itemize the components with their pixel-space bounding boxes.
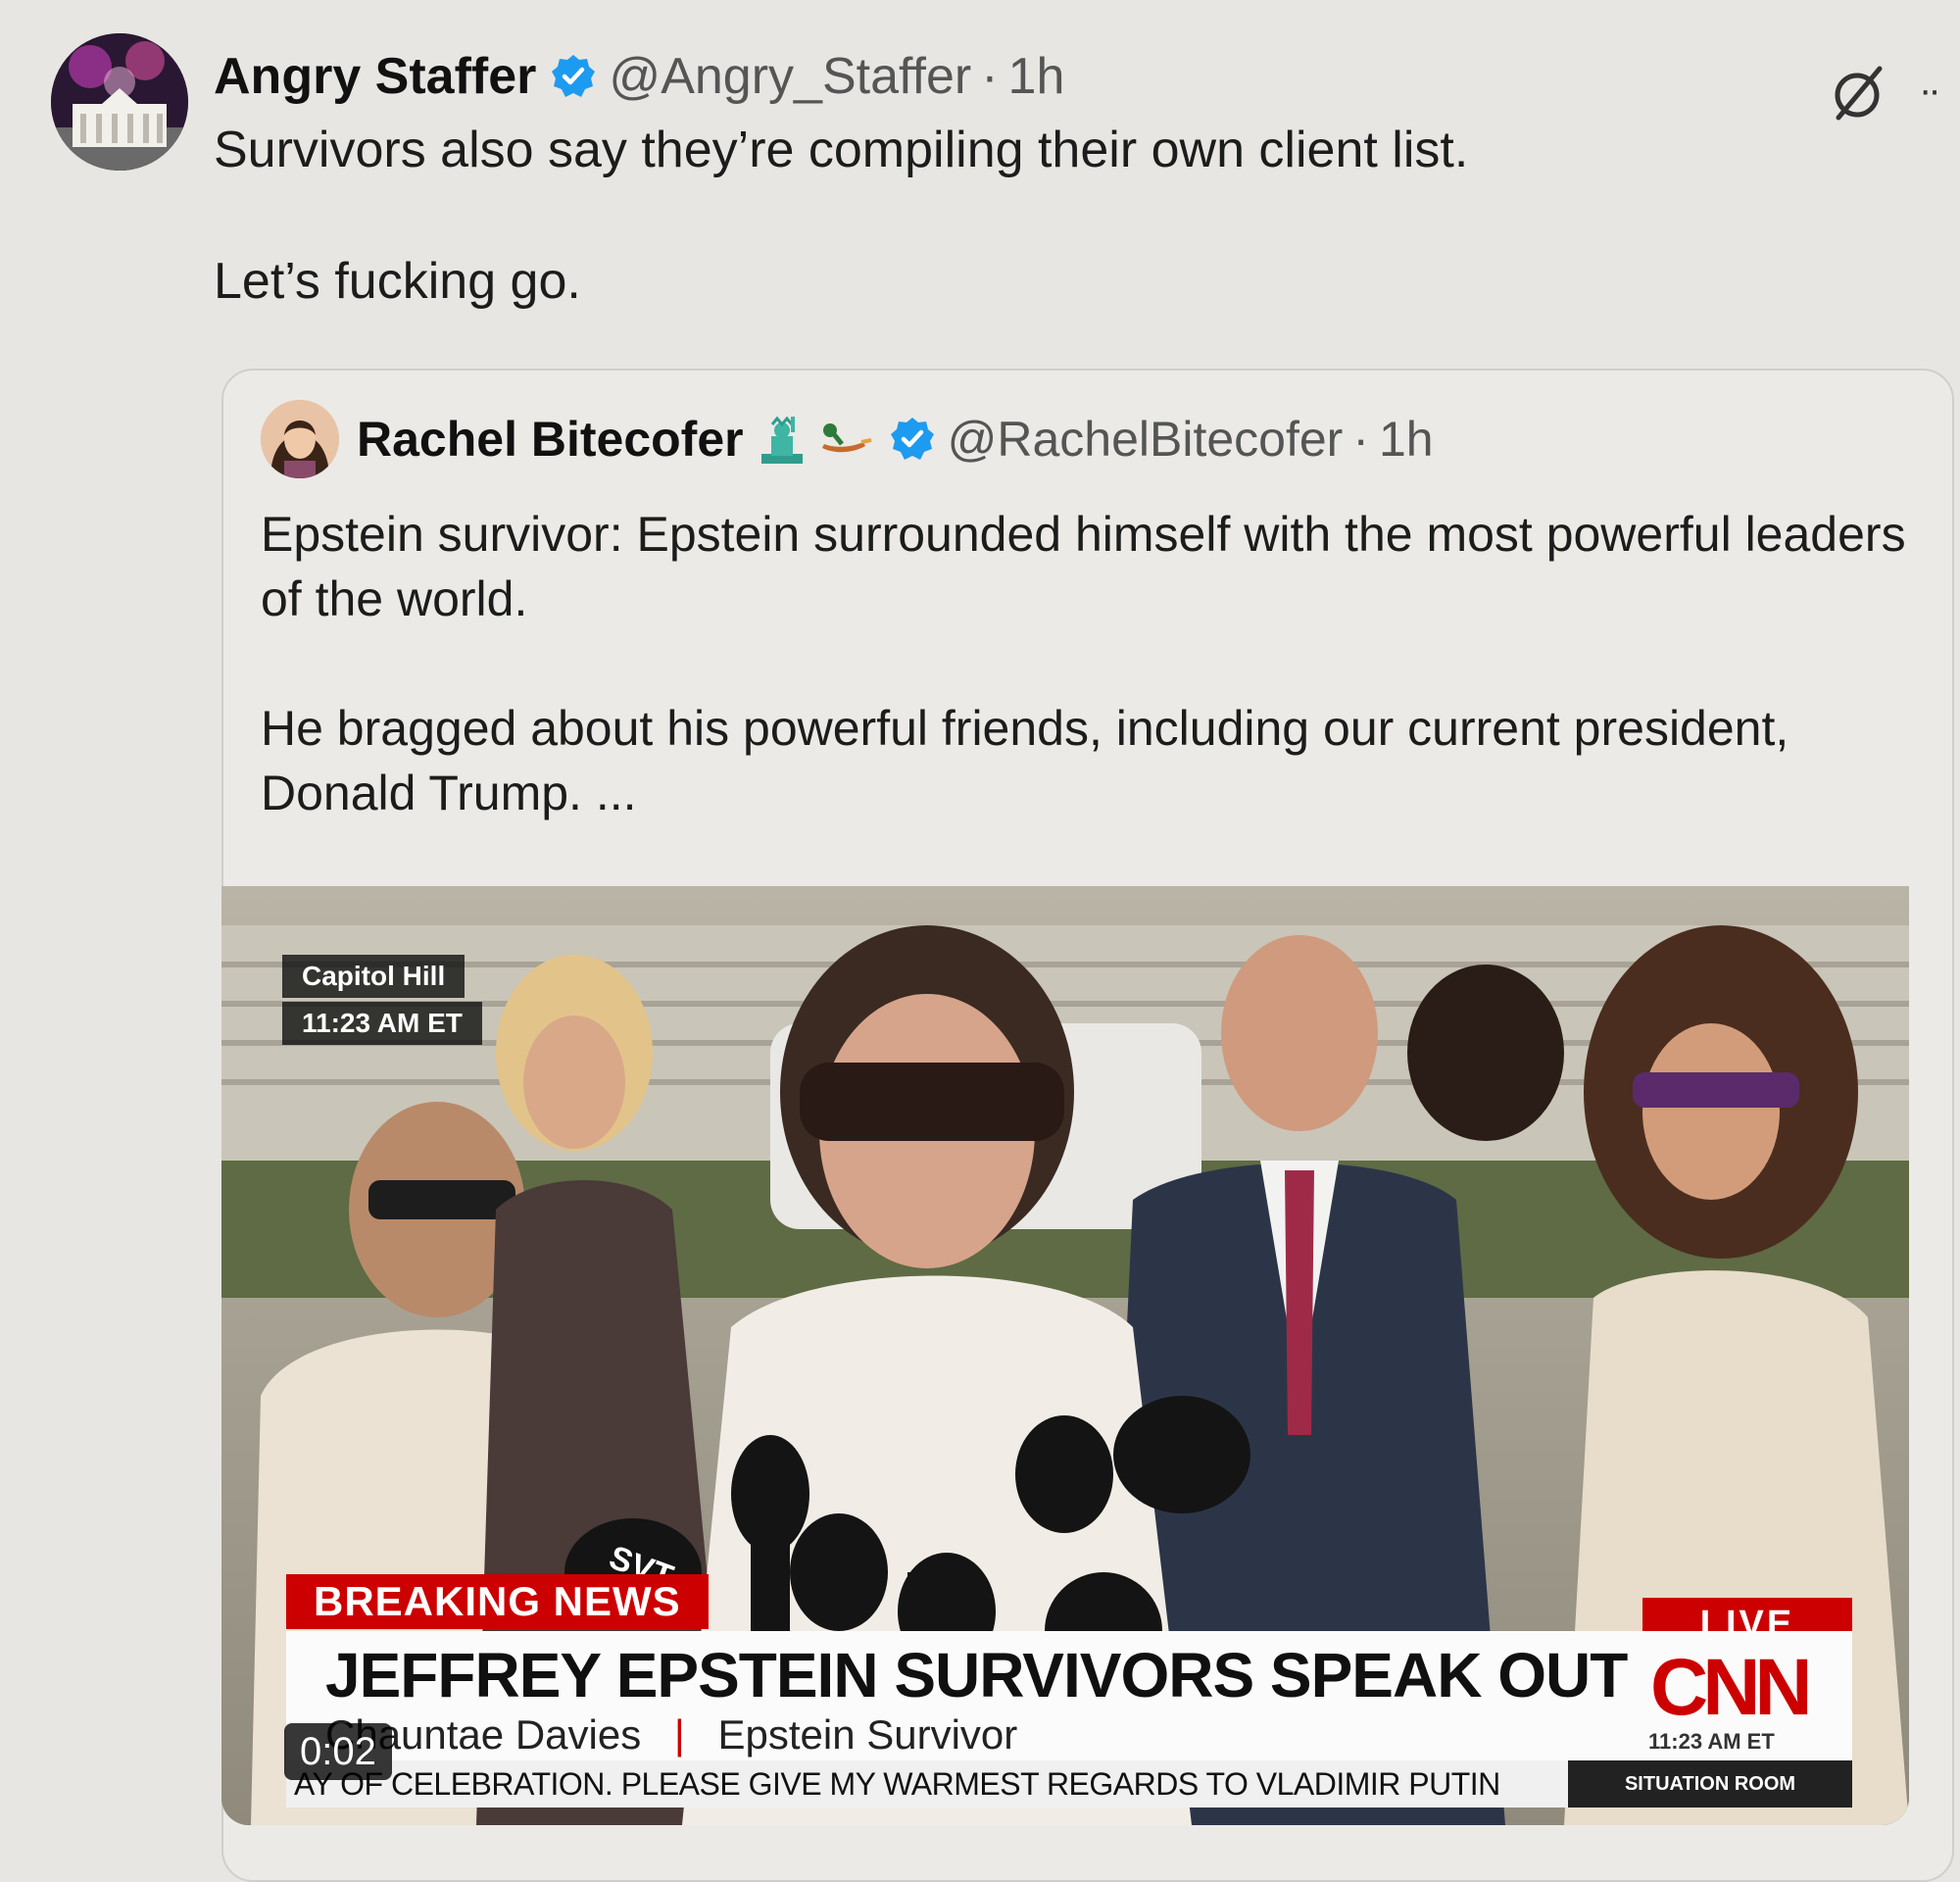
quoted-text-paragraph: Epstein survivor: Epstein surrounded him… — [261, 507, 1906, 626]
statue-of-liberty-icon — [758, 415, 807, 464]
quoted-tweet-text: Epstein survivor: Epstein surrounded him… — [261, 502, 1917, 825]
network-time: 11:23 AM ET — [1648, 1729, 1775, 1754]
speaker-caption: Chauntae Davies | Epstein Survivor — [325, 1711, 1017, 1758]
tweet-header: Angry Staffer @Angry_Staffer · 1h — [214, 37, 1064, 116]
lower-third: JEFFREY EPSTEIN SURVIVORS SPEAK OUT Chau… — [286, 1631, 1852, 1760]
location-time: 11:23 AM ET — [282, 1002, 482, 1045]
news-headline: JEFFREY EPSTEIN SURVIVORS SPEAK OUT — [325, 1640, 1628, 1710]
white-house-fireworks-icon — [51, 33, 188, 171]
location-bug: Capitol Hill 11:23 AM ET — [282, 955, 482, 1049]
grok-icon[interactable] — [1827, 61, 1891, 125]
location-label: Capitol Hill — [282, 955, 466, 998]
separator-dot: · — [1352, 412, 1369, 467]
show-name: SITUATION ROOM — [1568, 1760, 1852, 1808]
author-avatar[interactable] — [51, 33, 188, 171]
cnn-logo-icon: CNN — [1650, 1643, 1813, 1732]
separator-dot: · — [981, 48, 999, 105]
duck-icon — [816, 415, 875, 464]
portrait-icon — [261, 400, 339, 478]
quoted-author-handle[interactable]: @RachelBitecofer — [948, 411, 1344, 468]
quoted-header: Rachel Bitecofer @RachelBitecofer · 1h — [357, 402, 1434, 476]
quoted-author-name[interactable]: Rachel Bitecofer — [357, 411, 744, 468]
video-player[interactable]: SVT Capitol Hill 11:23 AM ET BREAKING NE… — [221, 886, 1909, 1825]
verified-badge-icon — [889, 416, 936, 463]
quoted-post-time[interactable]: 1h — [1379, 411, 1434, 468]
speaker-title: Epstein Survivor — [717, 1711, 1018, 1758]
tweet-text-line: Survivors also say they’re compiling the… — [214, 122, 1469, 178]
quoted-author-avatar[interactable] — [261, 400, 339, 478]
tweet-text-line: Let’s fucking go. — [214, 253, 581, 310]
news-ticker: AY OF CELEBRATION. PLEASE GIVE MY WARMES… — [286, 1760, 1852, 1808]
ticker-text: AY OF CELEBRATION. PLEASE GIVE MY WARMES… — [294, 1766, 1500, 1802]
tweet[interactable]: Angry Staffer @Angry_Staffer · 1h ·· Sur… — [0, 0, 1960, 1882]
video-elapsed-time: 0:02 — [284, 1723, 392, 1780]
quoted-text-paragraph: He bragged about his powerful friends, i… — [261, 701, 1789, 820]
more-options-button[interactable]: ·· — [1919, 69, 1941, 113]
breaking-news-banner: BREAKING NEWS — [286, 1574, 709, 1629]
author-name[interactable]: Angry Staffer — [214, 47, 536, 106]
verified-badge-icon — [550, 53, 597, 100]
author-handle[interactable]: @Angry_Staffer — [609, 47, 971, 106]
post-time[interactable]: 1h — [1008, 47, 1065, 106]
tweet-text: Survivors also say they’re compiling the… — [214, 118, 1880, 314]
caption-separator: | — [673, 1711, 685, 1758]
